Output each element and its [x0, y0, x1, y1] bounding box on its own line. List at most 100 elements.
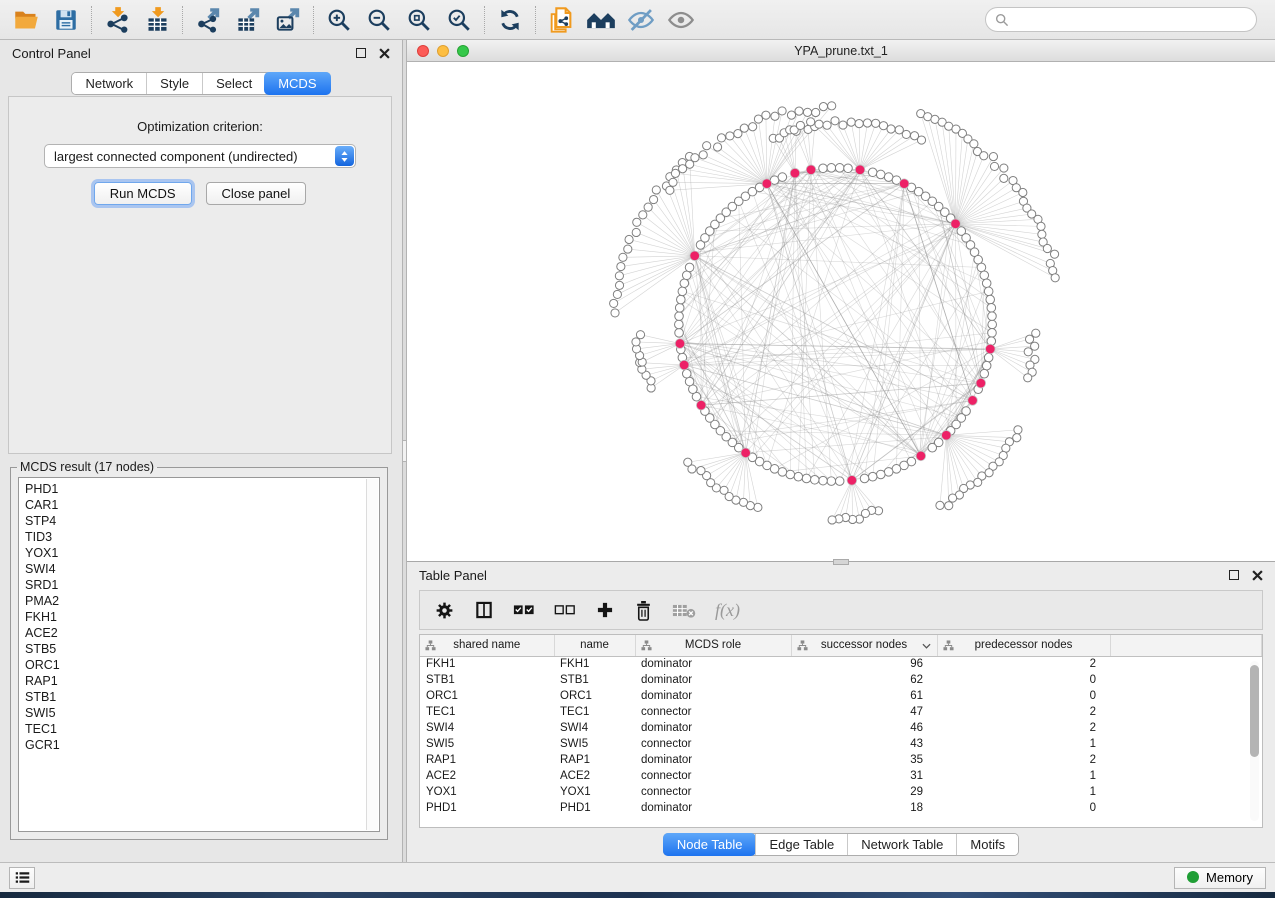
network-leaf-node[interactable] — [613, 290, 621, 298]
run-mcds-button[interactable]: Run MCDS — [94, 182, 192, 205]
network-leaf-node[interactable] — [1024, 374, 1032, 382]
network-node[interactable] — [819, 164, 828, 173]
task-history-button[interactable] — [9, 867, 35, 889]
network-leaf-node[interactable] — [812, 108, 820, 116]
network-node[interactable] — [977, 263, 986, 272]
network-leaf-node[interactable] — [819, 103, 827, 111]
network-node[interactable] — [928, 443, 937, 452]
network-leaf-node[interactable] — [879, 122, 887, 130]
table-cell[interactable]: 96 — [791, 656, 937, 672]
tab-node-table[interactable]: Node Table — [663, 833, 757, 856]
table-cell[interactable]: 47 — [791, 704, 937, 720]
network-node[interactable] — [827, 477, 836, 486]
column-header-shared-name[interactable]: shared name — [420, 635, 554, 656]
table-cell[interactable]: PHD1 — [554, 800, 635, 816]
table-settings-button[interactable] — [434, 600, 455, 621]
table-cell[interactable]: 0 — [937, 672, 1110, 688]
maximize-window-icon[interactable] — [457, 45, 469, 57]
show-all-button[interactable] — [661, 3, 701, 37]
network-node[interactable] — [794, 472, 803, 481]
tab-mcds[interactable]: MCDS — [264, 72, 330, 95]
network-leaf-node[interactable] — [990, 162, 998, 170]
network-leaf-node[interactable] — [740, 124, 748, 132]
network-leaf-node[interactable] — [872, 119, 880, 127]
network-leaf-node[interactable] — [699, 151, 707, 159]
result-node-item[interactable]: RAP1 — [25, 673, 379, 689]
network-leaf-node[interactable] — [754, 115, 762, 123]
table-row[interactable]: SWI5SWI5connector431 — [420, 736, 1262, 752]
result-node-item[interactable]: STP4 — [25, 513, 379, 529]
result-node-item[interactable]: YOX1 — [25, 545, 379, 561]
table-cell[interactable]: dominator — [635, 672, 791, 688]
network-leaf-node[interactable] — [726, 132, 734, 140]
network-node[interactable] — [810, 475, 819, 484]
tab-network-table[interactable]: Network Table — [847, 834, 956, 855]
network-leaf-node[interactable] — [887, 125, 895, 133]
network-node[interactable] — [685, 377, 694, 386]
export-network-button[interactable] — [188, 3, 228, 37]
network-node[interactable] — [844, 164, 853, 173]
network-leaf-node[interactable] — [945, 502, 953, 510]
network-leaf-node[interactable] — [1013, 434, 1021, 442]
network-leaf-node[interactable] — [815, 120, 823, 128]
network-leaf-node[interactable] — [669, 178, 677, 186]
network-leaf-node[interactable] — [611, 309, 619, 317]
close-panel-button[interactable]: Close panel — [206, 182, 307, 205]
network-leaf-node[interactable] — [828, 516, 836, 524]
horizontal-splitter-grip[interactable] — [833, 559, 849, 565]
tab-edge-table[interactable]: Edge Table — [755, 834, 847, 855]
network-leaf-node[interactable] — [720, 486, 728, 494]
mcds-hub-node[interactable] — [762, 179, 772, 189]
result-node-item[interactable]: ORC1 — [25, 657, 379, 673]
mcds-hub-node[interactable] — [741, 448, 751, 458]
network-leaf-node[interactable] — [1000, 174, 1008, 182]
table-cell[interactable]: dominator — [635, 800, 791, 816]
network-leaf-node[interactable] — [739, 498, 747, 506]
first-neighbors-button[interactable] — [581, 3, 621, 37]
network-node[interactable] — [677, 295, 686, 304]
table-cell[interactable]: ACE2 — [554, 768, 635, 784]
close-window-icon[interactable] — [417, 45, 429, 57]
network-leaf-node[interactable] — [980, 152, 988, 160]
table-cell[interactable]: 29 — [791, 784, 937, 800]
network-leaf-node[interactable] — [823, 121, 831, 129]
network-leaf-node[interactable] — [936, 501, 944, 509]
network-node[interactable] — [980, 369, 989, 378]
network-leaf-node[interactable] — [1050, 250, 1058, 258]
add-column-button[interactable] — [595, 600, 615, 620]
table-cell[interactable]: 0 — [937, 688, 1110, 704]
network-node[interactable] — [876, 470, 885, 479]
table-cell[interactable]: connector — [635, 768, 791, 784]
table-cell[interactable]: dominator — [635, 720, 791, 736]
network-leaf-node[interactable] — [636, 331, 644, 339]
table-cell[interactable]: STB1 — [554, 672, 635, 688]
network-leaf-node[interactable] — [632, 228, 640, 236]
network-leaf-node[interactable] — [671, 169, 679, 177]
table-cell[interactable]: connector — [635, 704, 791, 720]
mcds-hub-node[interactable] — [806, 165, 816, 175]
table-cell[interactable]: SWI5 — [420, 736, 554, 752]
network-leaf-node[interactable] — [839, 121, 847, 129]
network-leaf-node[interactable] — [644, 203, 652, 211]
network-leaf-node[interactable] — [691, 154, 699, 162]
mcds-hub-node[interactable] — [976, 378, 986, 388]
network-leaf-node[interactable] — [624, 245, 632, 253]
network-leaf-node[interactable] — [652, 186, 660, 194]
network-graph[interactable] — [407, 62, 1275, 561]
network-leaf-node[interactable] — [902, 130, 910, 138]
mcds-hub-node[interactable] — [855, 165, 865, 175]
network-node[interactable] — [802, 474, 811, 483]
import-table-button[interactable] — [137, 3, 177, 37]
duplicate-network-button[interactable] — [541, 3, 581, 37]
network-node[interactable] — [988, 312, 997, 321]
network-leaf-node[interactable] — [917, 136, 925, 144]
result-node-item[interactable]: GCR1 — [25, 737, 379, 753]
tab-motifs[interactable]: Motifs — [956, 834, 1018, 855]
network-node[interactable] — [988, 320, 997, 329]
network-leaf-node[interactable] — [615, 272, 623, 280]
column-header-predecessor-nodes[interactable]: predecessor nodes — [937, 635, 1110, 656]
table-cell[interactable]: 43 — [791, 736, 937, 752]
criterion-select[interactable]: largest connected component (undirected) — [44, 144, 356, 168]
network-node[interactable] — [680, 279, 689, 288]
table-row[interactable]: STB1STB1dominator620 — [420, 672, 1262, 688]
